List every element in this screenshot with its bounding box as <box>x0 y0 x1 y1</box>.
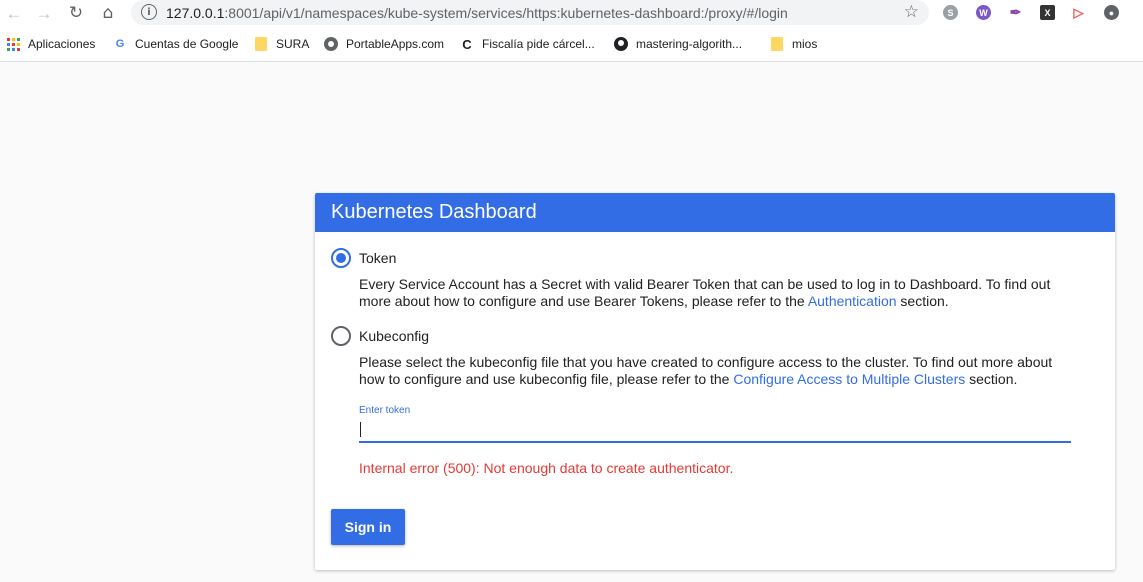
news-icon: C <box>462 36 472 52</box>
skype-extension-icon[interactable]: S <box>943 5 958 20</box>
bookmark-label: mastering-algorith... <box>636 37 743 51</box>
url-text[interactable]: 127.0.0.1:8001/api/v1/namespaces/kube-sy… <box>166 5 788 21</box>
folder-icon <box>254 37 268 51</box>
bookmark-label: SURA <box>276 37 310 51</box>
token-description: Every Service Account has a Secret with … <box>359 276 1079 310</box>
bookmark-label: Aplicaciones <box>28 37 96 51</box>
site-info-icon[interactable]: i <box>141 4 157 20</box>
url-path: :8001/api/v1/namespaces/kube-system/serv… <box>224 5 788 21</box>
bookmark-label: mios <box>792 37 818 51</box>
bookmark-label: Cuentas de Google <box>135 37 239 51</box>
kubeconfig-radio-label[interactable]: Kubeconfig <box>359 328 429 344</box>
back-arrow-icon[interactable]: ← <box>4 3 24 23</box>
text-caret <box>360 422 361 437</box>
configure-access-link[interactable]: Configure Access to Multiple Clusters <box>733 371 965 387</box>
token-input[interactable] <box>359 419 1071 443</box>
address-bar[interactable]: i 127.0.0.1:8001/api/v1/namespaces/kube-… <box>131 0 929 25</box>
circle-extension-icon[interactable]: ● <box>1104 5 1119 20</box>
folder-icon <box>770 37 784 51</box>
token-desc-suffix: section. <box>896 293 949 309</box>
google-icon: G <box>115 38 125 50</box>
sign-in-button[interactable]: Sign in <box>331 509 405 545</box>
apps-grid-icon <box>6 37 20 51</box>
bookmark-portableapps[interactable]: PortableApps.com <box>324 36 444 52</box>
home-icon[interactable]: ⌂ <box>98 3 118 23</box>
browser-toolbar: ← → ↻ ⌂ i 127.0.0.1:8001/api/v1/namespac… <box>0 0 1143 26</box>
x-extension-icon[interactable]: X <box>1040 5 1055 20</box>
bookmark-cuentas-de-google[interactable]: G Cuentas de Google <box>113 36 239 52</box>
kubeconfig-description: Please select the kubeconfig file that y… <box>359 354 1079 388</box>
bookmark-mios[interactable]: mios <box>770 36 817 52</box>
kubeconfig-radio[interactable] <box>331 326 351 346</box>
token-radio-label[interactable]: Token <box>359 250 396 266</box>
bookmark-label: Fiscalía pide cárcel... <box>482 37 595 51</box>
bookmark-mastering-algorithms[interactable]: mastering-algorith... <box>614 36 742 52</box>
authentication-link[interactable]: Authentication <box>808 293 897 309</box>
forward-arrow-icon[interactable]: → <box>34 3 54 23</box>
error-message: Internal error (500): Not enough data to… <box>359 460 734 476</box>
reload-icon[interactable]: ↻ <box>66 3 86 23</box>
bookmark-fiscalia[interactable]: C Fiscalía pide cárcel... <box>460 36 595 52</box>
bookmarks-bar: Aplicaciones G Cuentas de Google SURA Po… <box>0 26 1143 62</box>
quill-extension-icon[interactable]: ✒ <box>1008 4 1023 20</box>
url-host: 127.0.0.1 <box>166 5 225 21</box>
card-title: Kubernetes Dashboard <box>331 201 537 223</box>
bookmark-sura[interactable]: SURA <box>254 36 309 52</box>
github-icon <box>614 37 628 51</box>
token-radio[interactable] <box>331 248 351 268</box>
login-card: Kubernetes Dashboard Token Every Service… <box>315 193 1115 570</box>
kubeconfig-desc-suffix: section. <box>965 371 1018 387</box>
card-header: Kubernetes Dashboard <box>315 193 1115 232</box>
bookmark-aplicaciones[interactable]: Aplicaciones <box>6 36 95 52</box>
w-extension-icon[interactable]: W <box>976 5 991 20</box>
bookmark-star-icon[interactable]: ☆ <box>904 2 919 22</box>
portableapps-icon <box>324 37 338 51</box>
bookmark-label: PortableApps.com <box>346 37 445 51</box>
token-field-label: Enter token <box>359 405 411 416</box>
cast-extension-icon[interactable]: ▷ <box>1071 5 1086 20</box>
